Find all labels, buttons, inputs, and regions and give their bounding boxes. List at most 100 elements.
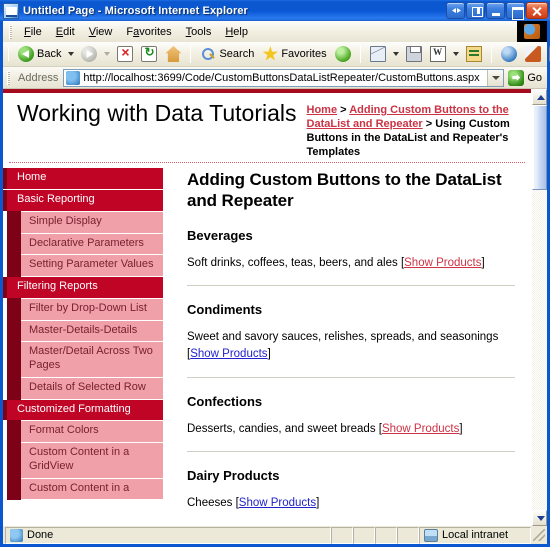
forward-icon [81, 46, 98, 62]
ie-favicon [66, 70, 81, 85]
show-products-link[interactable]: Show Products [404, 257, 481, 269]
breadcrumb-home-link[interactable]: Home [307, 104, 338, 116]
sidebar-item-custom-content-in-a-gridview[interactable]: Custom Content in a GridView [7, 442, 163, 479]
menu-favorites[interactable]: Favorites [119, 24, 178, 40]
address-dropdown-button[interactable] [487, 69, 504, 86]
show-products-link[interactable]: Show Products [190, 348, 267, 360]
panel-button[interactable] [466, 2, 485, 19]
toolbar-gripper[interactable] [8, 47, 9, 61]
sidebar-label-customized-formatting: Customized Formatting [17, 402, 131, 415]
minimize-button[interactable] [486, 2, 505, 19]
sidebar-item-master-details-details[interactable]: Master-Details-Details [7, 319, 163, 343]
category-confections: Confections Desserts, candies, and sweet… [187, 394, 515, 438]
mail-button[interactable] [366, 44, 390, 64]
menu-view[interactable]: View [82, 24, 120, 40]
forward-dropdown-icon[interactable] [104, 52, 111, 56]
breadcrumb: Home > Adding Custom Buttons to the Data… [307, 99, 521, 159]
favorites-label: Favorites [281, 48, 327, 60]
maximize-button[interactable] [506, 2, 525, 20]
sidebar-item-declarative-parameters[interactable]: Declarative Parameters [7, 232, 163, 256]
sidebar-item-format-colors[interactable]: Format Colors [7, 420, 163, 444]
vertical-scrollbar[interactable] [531, 89, 547, 526]
category-description: Cheeses [Show Products] [187, 497, 320, 510]
sidebar-label-simple-display: Simple Display [29, 214, 102, 227]
research-button[interactable] [545, 44, 550, 64]
show-products-link[interactable]: Show Products [382, 423, 459, 435]
sidebar-item-setting-parameter-values[interactable]: Setting Parameter Values [7, 254, 163, 278]
go-icon [508, 69, 525, 86]
category-name: Dairy Products [187, 468, 280, 484]
category-name: Condiments [187, 302, 263, 318]
edit-word-button[interactable] [426, 44, 450, 64]
print-button[interactable] [402, 44, 426, 64]
category-name: Confections [187, 393, 263, 409]
sidebar-item-master-detail-across-two-pages[interactable]: Master/Detail Across Two Pages [7, 341, 163, 378]
messenger-button[interactable] [521, 44, 545, 64]
sidebar-item-custom-content-in-a[interactable]: Custom Content in a [7, 477, 163, 501]
restore-tabs-button[interactable] [446, 2, 465, 19]
edit-word-icon [429, 46, 446, 62]
back-button[interactable]: Back [14, 44, 65, 64]
scroll-up-button[interactable] [532, 89, 547, 105]
sidebar-item-simple-display[interactable]: Simple Display [7, 210, 163, 234]
site-header: Working with Data Tutorials Home > Addin… [3, 93, 531, 159]
edit-page-button[interactable] [462, 44, 486, 64]
sidebar-item-home[interactable]: Home [3, 168, 163, 191]
address-value: http://localhost:3699/Code/CustomButtons… [83, 71, 480, 84]
media-icon [334, 46, 351, 62]
msn-icon [500, 46, 517, 62]
resize-grip[interactable] [533, 529, 545, 541]
menu-bar: File Edit View Favorites Tools Help [3, 21, 547, 42]
title-bar: Untitled Page - Microsoft Internet Explo… [0, 0, 550, 21]
sidebar-item-filtering-reports[interactable]: Filtering Reports [3, 277, 163, 299]
toolbar-separator [190, 45, 192, 63]
sidebar-item-basic-reporting[interactable]: Basic Reporting [3, 190, 163, 212]
search-button[interactable]: Search [196, 44, 258, 64]
security-zone-pane[interactable]: Local intranet [419, 526, 531, 544]
refresh-button[interactable] [137, 44, 161, 64]
msn-button[interactable] [497, 44, 521, 64]
media-button[interactable] [331, 44, 355, 64]
edit-dropdown-icon[interactable] [452, 52, 459, 56]
page-title: Adding Custom Buttons to the DataList an… [187, 170, 502, 211]
scroll-thumb[interactable] [532, 105, 547, 190]
toolbar-separator-3 [490, 45, 492, 63]
close-button[interactable] [526, 2, 548, 19]
category-condiments: Condiments Sweet and savory sauces, reli… [187, 302, 515, 362]
mail-dropdown-icon[interactable] [392, 52, 399, 56]
menu-edit[interactable]: Edit [49, 24, 82, 40]
category-name: Beverages [187, 227, 253, 243]
toolbar: Back Search Favorites [3, 42, 550, 67]
home-button[interactable] [161, 44, 185, 64]
menu-help[interactable]: Help [218, 24, 255, 40]
show-products-link[interactable]: Show Products [239, 497, 316, 509]
breadcrumb-sep-2: > [422, 118, 436, 131]
address-label: Address [18, 71, 59, 84]
go-button[interactable]: Go [504, 69, 547, 86]
scroll-track[interactable] [532, 105, 547, 510]
favorites-button[interactable]: Favorites [258, 44, 330, 64]
menu-gripper[interactable] [9, 24, 12, 39]
browser-window: Untitled Page - Microsoft Internet Explo… [0, 0, 550, 547]
sidebar-nav: Home Basic Reporting Simple Display Decl… [3, 163, 163, 501]
page-viewport: Working with Data Tutorials Home > Addin… [0, 89, 550, 526]
menu-file[interactable]: File [17, 24, 49, 40]
sidebar-label-custom-content-in-a: Custom Content in a [29, 481, 130, 494]
stop-button[interactable] [113, 44, 137, 64]
scroll-down-button[interactable] [532, 510, 547, 526]
forward-button[interactable] [77, 44, 101, 64]
menu-tools[interactable]: Tools [179, 24, 219, 40]
category-description-text: Cheeses [187, 497, 233, 510]
sidebar-label-declarative-parameters: Declarative Parameters [29, 236, 144, 249]
sidebar-item-filter-by-drop-down-list[interactable]: Filter by Drop-Down List [7, 297, 163, 321]
sidebar-item-customized-formatting[interactable]: Customized Formatting [3, 399, 163, 422]
category-description: Desserts, candies, and sweet breads [Sho… [187, 422, 463, 435]
status-message-pane: Done [5, 526, 331, 544]
address-input[interactable]: http://localhost:3699/Code/CustomButtons… [63, 68, 505, 87]
address-gripper[interactable] [7, 70, 10, 85]
sidebar-item-details-of-selected-row[interactable]: Details of Selected Row [7, 376, 163, 400]
category-description-text: Soft drinks, coffees, teas, beers, and a… [187, 256, 398, 269]
sidebar-label-format-colors: Format Colors [29, 424, 99, 437]
back-dropdown-icon[interactable] [68, 52, 75, 56]
mail-icon [369, 46, 386, 62]
